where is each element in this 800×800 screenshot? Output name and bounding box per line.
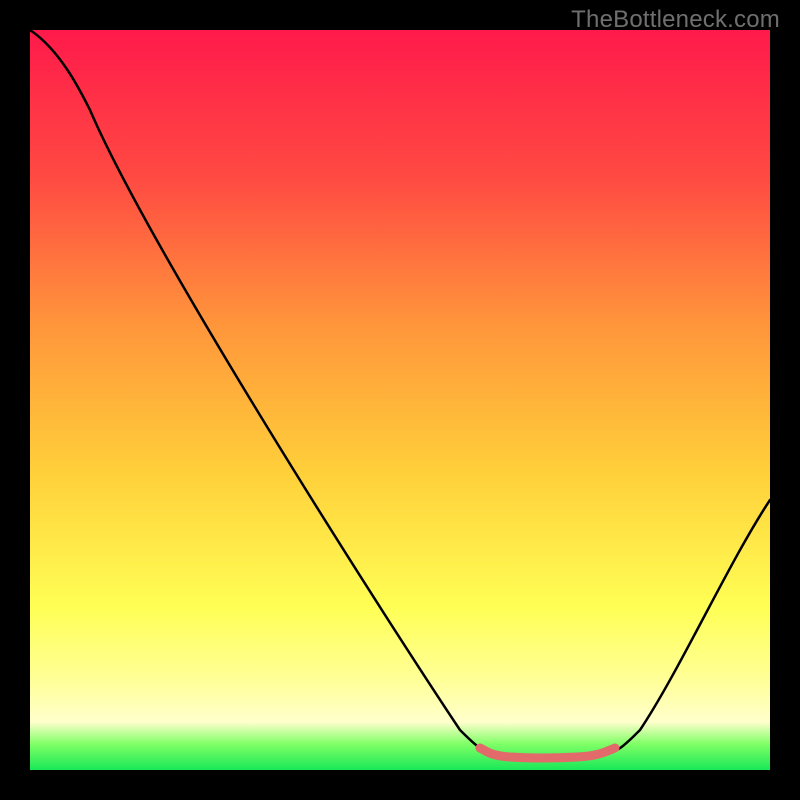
bottleneck-curve bbox=[30, 30, 770, 757]
curve-layer bbox=[30, 30, 770, 770]
bottom-accent bbox=[480, 748, 615, 758]
plot-area bbox=[30, 30, 770, 770]
chart-frame: TheBottleneck.com bbox=[0, 0, 800, 800]
